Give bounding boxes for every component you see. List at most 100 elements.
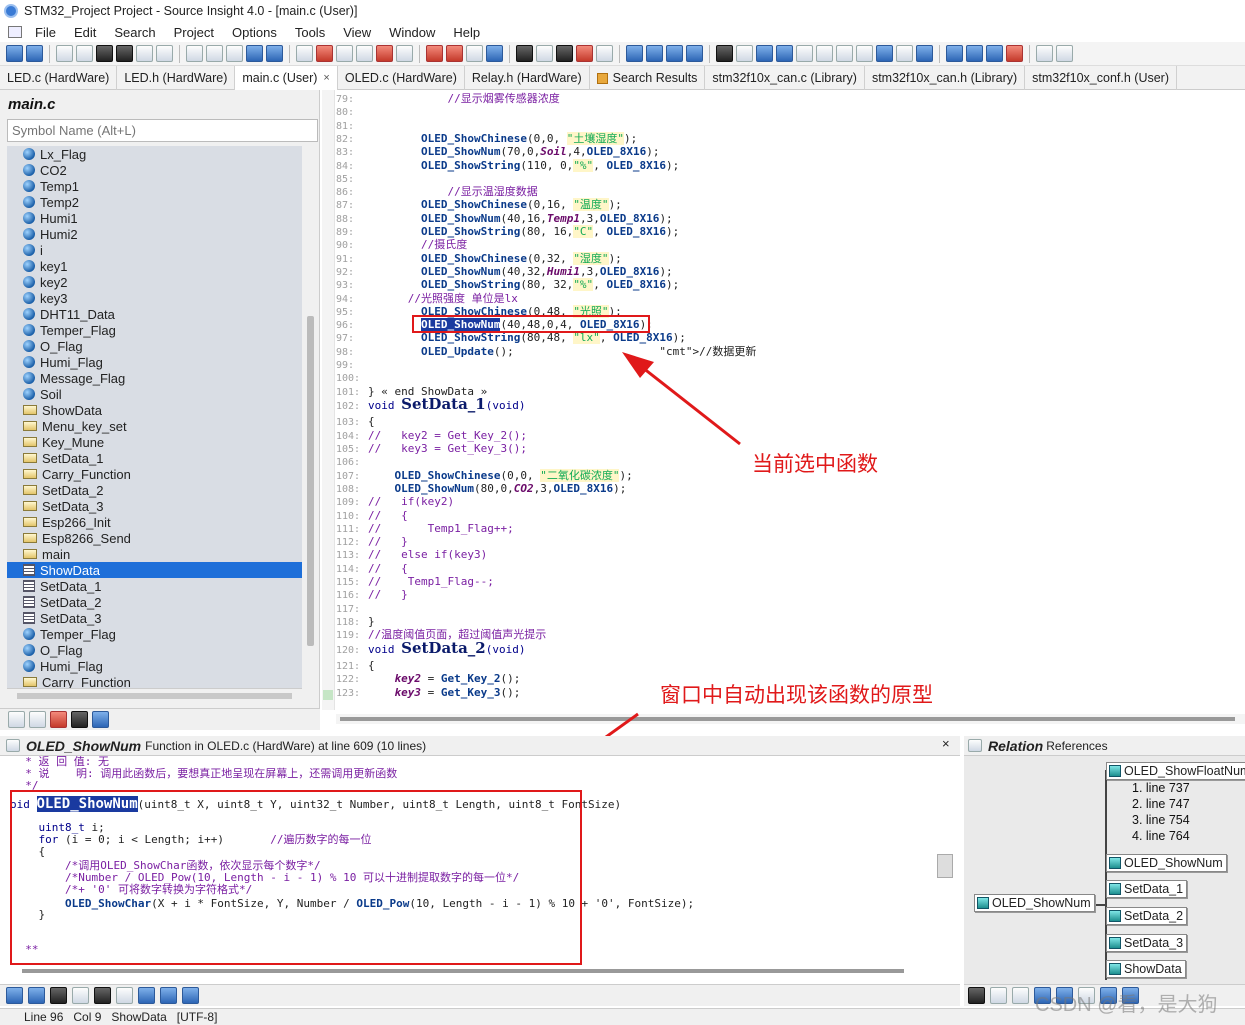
lookup-icon[interactable] [376, 45, 393, 62]
back-icon[interactable] [6, 987, 23, 1004]
indent-icon[interactable] [756, 45, 773, 62]
project-window-icon[interactable] [296, 45, 313, 62]
forward-icon[interactable] [28, 987, 45, 1004]
forward-icon[interactable] [26, 45, 43, 62]
outline-icon[interactable] [138, 987, 155, 1004]
b-icon[interactable] [1056, 45, 1073, 62]
symbol-item[interactable]: Humi1 [7, 210, 302, 226]
book-icon[interactable] [71, 711, 88, 728]
code-line[interactable]: 84: OLED_ShowString(110, 0,"%", OLED_8X1… [336, 158, 679, 172]
copy-icon[interactable] [206, 45, 223, 62]
symbol-item[interactable]: main [7, 546, 302, 562]
code-line[interactable]: 90: //摄氏度 [336, 238, 467, 251]
menu-search[interactable]: Search [105, 25, 164, 40]
build-icon[interactable] [516, 45, 533, 62]
menu-file[interactable]: File [26, 25, 65, 40]
lock-icon[interactable] [160, 987, 177, 1004]
p-icon[interactable] [716, 45, 733, 62]
list-icon[interactable] [466, 45, 483, 62]
symbol-item[interactable]: Humi_Flag [7, 658, 302, 674]
layout-2-icon[interactable] [646, 45, 663, 62]
code-line[interactable]: 86: //显示温湿度数据 [336, 185, 538, 198]
prev-ref-icon[interactable] [446, 45, 463, 62]
reference-line[interactable]: 3. line 754 [1132, 812, 1190, 828]
context-window-close-icon[interactable]: × [942, 736, 950, 751]
symbol-item[interactable]: Key_Mune [7, 434, 302, 450]
code-line[interactable]: 92: OLED_ShowNum(40,32,Humi1,3,OLED_8X16… [336, 265, 673, 278]
context-code-line[interactable]: * 说 明: 调用此函数后，要想真正地呈现在屏幕上，还需调用更新函数 [12, 768, 397, 780]
code-line[interactable]: 116: // } [336, 588, 408, 601]
relation-node-oled-shownum[interactable]: OLED_ShowNum [1106, 854, 1227, 872]
symbol-item[interactable]: Menu_key_set [7, 418, 302, 434]
scrollbar-thumb[interactable] [17, 693, 292, 699]
symbol-item[interactable]: SetData_3 [7, 498, 302, 514]
code-line[interactable]: 118:} [336, 615, 375, 628]
tab-stm32f10x-conf-h[interactable]: stm32f10x_conf.h (User) [1025, 66, 1177, 90]
tab-search-results[interactable]: Search Results [590, 66, 706, 90]
code-line[interactable]: 81: [336, 119, 368, 132]
context-icon[interactable] [990, 987, 1007, 1004]
editor-hscrollbar[interactable] [336, 714, 1245, 724]
redo-icon[interactable] [266, 45, 283, 62]
code-line[interactable]: 115: // Temp1_Flag--; [336, 575, 494, 588]
relation-node-oled-showfloatnum[interactable]: OLED_ShowFloatNum [1106, 762, 1245, 780]
relation-node-setdata-2[interactable]: SetData_2 [1106, 907, 1188, 925]
layout-4-icon[interactable] [686, 45, 703, 62]
code-line[interactable]: 108: OLED_ShowNum(80,0,CO2,3,OLED_8X16); [336, 482, 626, 495]
sort-az-icon[interactable] [8, 711, 25, 728]
symbol-item[interactable]: Lx_Flag [7, 146, 302, 162]
undo-icon[interactable] [246, 45, 263, 62]
symbol-item[interactable]: Temp2 [7, 194, 302, 210]
back-icon[interactable] [6, 45, 23, 62]
jump-icon[interactable] [316, 45, 333, 62]
tab-main-c[interactable]: main.c (User) × [235, 66, 338, 90]
code-line[interactable]: 114: // { [336, 562, 408, 575]
tab-led-c[interactable]: LED.c (HardWare) [0, 66, 118, 90]
code-line[interactable]: 112: // } [336, 535, 408, 548]
symbol-item[interactable]: key2 [7, 274, 302, 290]
symbol-item[interactable]: SetData_2 [7, 594, 302, 610]
symbol-item[interactable]: SetData_2 [7, 482, 302, 498]
symbol-item[interactable]: Humi2 [7, 226, 302, 242]
scrollbar-thumb[interactable] [307, 316, 314, 646]
code-line[interactable]: 105: // key3 = Get_Key_3(); [336, 442, 527, 455]
code-line[interactable]: 88: OLED_ShowNum(40,16,Temp1,3,OLED_8X16… [336, 212, 673, 225]
plus-icon[interactable] [946, 45, 963, 62]
code-line[interactable]: 102: void SetData_1(void) [336, 396, 526, 412]
symbol-item[interactable]: DHT11_Data [7, 306, 302, 322]
symbol-list-hscrollbar[interactable] [7, 688, 302, 702]
symbol-item[interactable]: Esp266_Init [7, 514, 302, 530]
tools-icon[interactable] [596, 45, 613, 62]
menu-window[interactable]: Window [380, 25, 444, 40]
context-icon[interactable] [72, 987, 89, 1004]
save-icon[interactable] [96, 45, 113, 62]
relation-window-icon[interactable] [576, 45, 593, 62]
outline-icon[interactable] [736, 45, 753, 62]
symbol-item[interactable]: SetData_1 [7, 450, 302, 466]
book-icon[interactable] [94, 987, 111, 1004]
symbol-item[interactable]: Message_Flag [7, 370, 302, 386]
code-line[interactable]: 93: OLED_ShowString(80, 32,"%", OLED_8X1… [336, 278, 679, 292]
symbol-item[interactable]: SetData_3 [7, 610, 302, 626]
menu-view[interactable]: View [334, 25, 380, 40]
relation-node-setdata-3[interactable]: SetData_3 [1106, 934, 1188, 952]
paste-icon[interactable] [226, 45, 243, 62]
menu-options[interactable]: Options [223, 25, 286, 40]
next-ref-icon[interactable] [426, 45, 443, 62]
symbol-item[interactable]: CO2 [7, 162, 302, 178]
symbol-item[interactable]: Humi_Flag [7, 354, 302, 370]
symbol-item[interactable]: key1 [7, 258, 302, 274]
context-hscrollbar[interactable] [22, 969, 904, 973]
code-line[interactable]: 123: key3 = Get_Key_3(); [336, 686, 520, 699]
code-line[interactable]: 120: void SetData_2(void) [336, 640, 526, 656]
remove-icon[interactable] [1006, 45, 1023, 62]
relation-node-setdata-1[interactable]: SetData_1 [1106, 880, 1188, 898]
close-file-icon[interactable] [136, 45, 153, 62]
code-line[interactable]: 103: { [336, 415, 375, 428]
scrollbar-thumb[interactable] [340, 717, 1235, 721]
symbol-list[interactable]: Lx_Flag CO2 Temp1 Temp2 Humi1 Humi2 i key1 key2 k… [7, 146, 302, 688]
save-all-icon[interactable] [116, 45, 133, 62]
symbol-search-input[interactable] [7, 119, 318, 142]
layout-3-icon[interactable] [666, 45, 683, 62]
open-file-icon[interactable] [76, 45, 93, 62]
